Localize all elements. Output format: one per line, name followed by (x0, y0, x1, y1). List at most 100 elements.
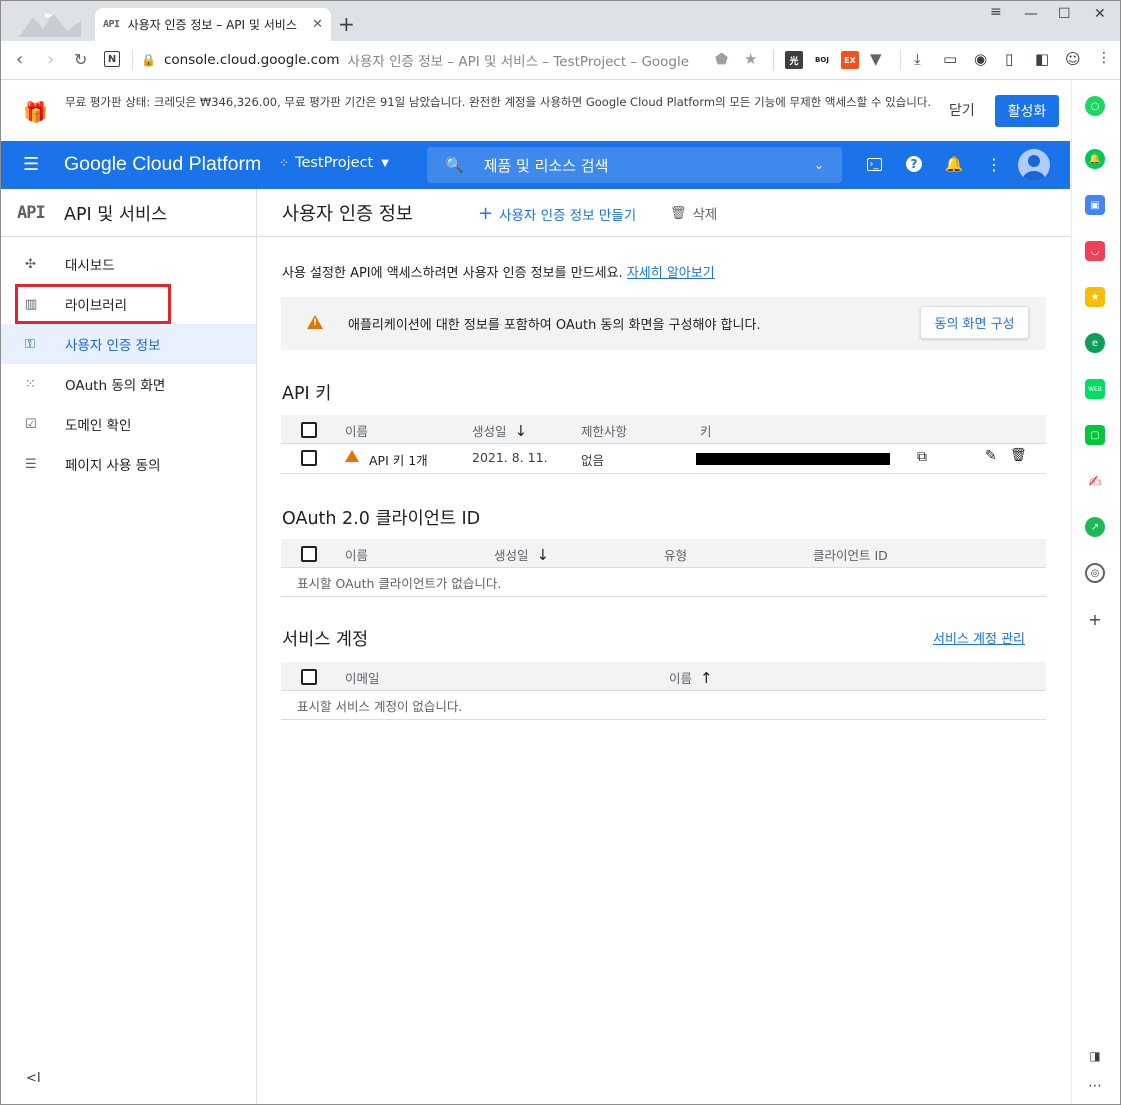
notion-extension-icon[interactable]: N (104, 51, 120, 67)
project-selector[interactable]: ⁘ TestProject ▼ (279, 155, 389, 171)
select-all-checkbox[interactable] (301, 422, 317, 438)
delete-trash-icon[interactable]: 🗑 (1010, 448, 1027, 463)
service-accounts-title: 서비스 계정 (282, 630, 369, 650)
panel-more-icon[interactable]: ⋯ (1085, 1076, 1105, 1096)
more-vert-icon[interactable]: ⋮ (983, 153, 1005, 175)
edge-app-icon[interactable]: e (1085, 333, 1105, 353)
column-header-name[interactable]: 이름 ↑ (669, 668, 713, 687)
column-header-name[interactable]: 이름 (345, 421, 368, 440)
trash-icon: 🗑 (670, 205, 687, 221)
dashboard-icon: ✣ (25, 256, 36, 272)
briefcase-app-icon[interactable]: ▣ (1085, 195, 1105, 215)
caret-down-icon: ▼ (381, 157, 389, 169)
bookmark-star-icon[interactable]: ★ (744, 50, 757, 68)
column-header-email[interactable]: 이메일 (345, 668, 380, 687)
select-all-checkbox[interactable] (301, 546, 317, 562)
chevron-down-icon[interactable]: ⌄ (814, 158, 824, 172)
search-bar[interactable]: 🔍 제품 및 리소스 검색 ⌄ (427, 147, 842, 183)
copy-icon[interactable]: ⧉ (917, 449, 927, 465)
sidebar-item-domain-verification[interactable]: ☑ 도메인 확인 (1, 404, 256, 444)
sidebar-item-dashboard[interactable]: ✣ 대시보드 (1, 244, 256, 284)
address-bar[interactable]: 🔒 console.cloud.google.com 사용자 인증 정보 – A… (141, 48, 701, 72)
video-icon[interactable]: ▭ (943, 50, 957, 68)
forward-icon[interactable]: › (47, 49, 54, 70)
highlight-box (15, 284, 171, 324)
banner-close-button[interactable]: 닫기 (949, 100, 975, 120)
activate-button[interactable]: 활성화 (995, 95, 1059, 127)
gcp-brand[interactable]: Google Cloud Platform (64, 153, 261, 176)
column-header-created[interactable]: 생성일 ↓ (472, 421, 527, 440)
minimize-icon[interactable]: — (1024, 6, 1038, 22)
hanja-extension-icon[interactable]: 光 (785, 51, 803, 69)
tab-search-icon[interactable]: ≡ (990, 4, 1002, 20)
back-icon[interactable]: ‹ (16, 49, 23, 70)
collapse-nav-icon[interactable]: <I (26, 1071, 41, 1086)
v-extension-icon[interactable]: ▼ (870, 50, 882, 68)
column-header-key: 키 (700, 424, 712, 439)
boj-extension-icon[interactable]: BOJ (813, 51, 831, 69)
configure-consent-button[interactable]: 동의 화면 구성 (920, 306, 1029, 339)
select-all-checkbox[interactable] (301, 669, 317, 685)
star-app-icon[interactable]: ★ (1085, 287, 1105, 307)
help-icon[interactable]: ? (903, 153, 925, 175)
sort-down-arrow-icon: ↓ (536, 545, 550, 564)
manage-service-accounts-link[interactable]: 서비스 계정 관리 (933, 628, 1025, 647)
page-consent-icon: ☰ (25, 456, 37, 472)
column-header-name[interactable]: 이름 (345, 545, 368, 564)
sidebar-toggle-icon[interactable]: ◧ (1035, 50, 1049, 68)
intro-text: 사용 설정한 API에 액세스하려면 사용자 인증 정보를 만드세요. 자세히 … (282, 262, 715, 281)
green-circle-app-icon[interactable]: ○ (1085, 96, 1105, 116)
row-checkbox[interactable] (301, 450, 317, 466)
account-avatar[interactable] (1018, 149, 1050, 181)
hamburger-menu-icon[interactable]: ☰ (23, 154, 39, 175)
api-key-created: 2021. 8. 11. (472, 450, 548, 465)
ex-extension-icon[interactable]: EX (841, 51, 859, 69)
pocket-app-icon[interactable]: ◡ (1085, 241, 1105, 261)
empty-row: 표시할 OAuth 클라이언트가 없습니다. (281, 568, 1046, 597)
circle-app-icon[interactable]: ◎ (1085, 563, 1105, 583)
browser-tab-active[interactable]: API 사용자 인증 정보 – API 및 서비스 ✕ (95, 8, 331, 41)
shield-extension-icon[interactable]: ⬟ (715, 50, 728, 68)
sidebar-item-credentials[interactable]: ⚿ 사용자 인증 정보 (1, 324, 256, 364)
tab-close-icon[interactable]: ✕ (312, 17, 323, 32)
page-title: 사용자 인증 정보 (282, 204, 413, 225)
bell-app-icon[interactable]: 🔔 (1085, 149, 1105, 169)
cloud-shell-icon[interactable]: ›_ (863, 153, 885, 175)
sidebar-item-page-consent[interactable]: ☰ 페이지 사용 동의 (1, 444, 256, 484)
create-credentials-button[interactable]: + 사용자 인증 정보 만들기 (478, 203, 636, 224)
intro-message: 사용 설정한 API에 액세스하려면 사용자 인증 정보를 만드세요. (282, 266, 623, 281)
panel-toggle-icon[interactable]: ◨ (1085, 1046, 1105, 1066)
signature-app-icon[interactable]: ✍ (1085, 471, 1105, 491)
reader-icon[interactable]: ▯ (1005, 50, 1013, 68)
chart-app-icon[interactable]: ↗ (1085, 517, 1105, 537)
green-square-app-icon[interactable]: ▢ (1085, 425, 1105, 445)
project-dots-icon: ⁘ (279, 156, 290, 170)
notifications-bell-icon[interactable]: 🔔 (943, 153, 965, 175)
page-header: 사용자 인증 정보 + 사용자 인증 정보 만들기 🗑 삭제 (258, 189, 1070, 237)
camera-icon[interactable]: ◉ (974, 50, 987, 68)
column-header-name-label: 이름 (669, 671, 693, 686)
column-header-created[interactable]: 생성일 ↓ (494, 545, 549, 564)
profile-icon[interactable]: ☺ (1065, 50, 1081, 68)
delete-button[interactable]: 🗑 삭제 (670, 203, 717, 224)
sidebar-item-label: 도메인 확인 (65, 418, 132, 434)
lock-icon: 🔒 (141, 53, 156, 67)
edit-pencil-icon[interactable]: ✎ (985, 448, 997, 464)
oauth-icon: ⁙ (25, 376, 36, 392)
reload-icon[interactable]: ↻ (74, 50, 87, 69)
new-tab-icon[interactable]: + (338, 12, 355, 36)
webtoon-app-icon[interactable]: WEB (1085, 379, 1105, 399)
toolbar-divider (900, 50, 901, 70)
oauth-warning-box: ! 애플리케이션에 대한 정보를 포함하여 OAuth 동의 화면을 구성해야 … (281, 297, 1046, 350)
window-close-icon[interactable]: ✕ (1094, 6, 1106, 22)
table-row: API 키 1개 2021. 8. 11. 없음 ⧉ ✎ 🗑 (281, 444, 1046, 474)
api-key-name[interactable]: API 키 1개 (369, 450, 428, 469)
sidebar-item-oauth-consent[interactable]: ⁙ OAuth 동의 화면 (1, 364, 256, 404)
browser-menu-icon[interactable]: ⋮ (1097, 50, 1111, 66)
tab-title: 사용자 인증 정보 – API 및 서비스 (127, 18, 297, 32)
learn-more-link[interactable]: 자세히 알아보기 (627, 266, 715, 281)
add-app-icon[interactable]: + (1085, 609, 1105, 629)
maximize-icon[interactable]: ☐ (1058, 6, 1071, 22)
service-accounts-empty-message: 표시할 서비스 계정이 없습니다. (297, 699, 463, 714)
download-icon[interactable]: ⤓ (914, 50, 921, 68)
